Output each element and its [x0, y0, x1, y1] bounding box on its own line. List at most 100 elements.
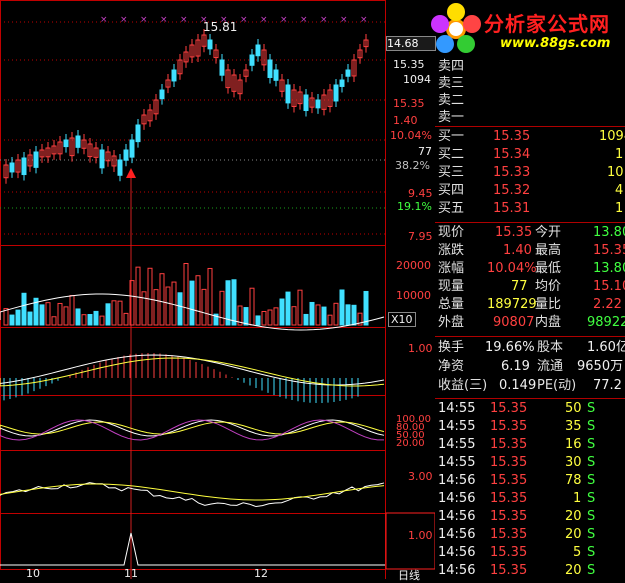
info-row: 换手 19.66% 股本 1.60亿 — [438, 340, 625, 355]
kdj-j-line — [0, 419, 385, 441]
tick-row[interactable]: 14:56 15.35 20 S — [435, 562, 625, 580]
volume-bar — [261, 310, 267, 326]
marker: × — [280, 15, 288, 25]
volume-bar — [105, 303, 111, 326]
quote-block: 现价15.35今开13.80 涨跌1.40最高15.35 涨幅10.04%最低1… — [435, 224, 625, 336]
volume-bar — [45, 302, 51, 326]
tick-row[interactable]: 14:56 15.35 20 S — [435, 508, 625, 526]
candle — [33, 151, 39, 168]
volume-bar — [219, 290, 225, 326]
month-label: 12 — [254, 567, 268, 580]
volume-bar — [99, 315, 105, 326]
macd-axis-label: 1.00 — [408, 342, 433, 355]
axis-label: 77 — [418, 145, 432, 158]
axis-label: 7.95 — [408, 230, 433, 243]
candle — [273, 69, 279, 81]
buy-row[interactable]: 买二 15.34 1 — [435, 146, 625, 164]
kline-chart[interactable]: × × × × × × × × × × × × × × — [0, 0, 435, 579]
candle — [207, 39, 213, 50]
tick-row[interactable]: 14:56 15.35 5 S — [435, 544, 625, 562]
tick-row[interactable]: 14:55 15.35 35 S — [435, 418, 625, 436]
candle — [315, 99, 321, 109]
volume-bar — [93, 310, 99, 326]
volume-bar — [195, 275, 201, 326]
tick-row[interactable]: 14:55 15.35 30 S — [435, 454, 625, 472]
buy-row[interactable]: 买三 15.33 10 — [435, 164, 625, 182]
volume-bar — [243, 307, 249, 326]
axis-label: 9.45 — [408, 187, 433, 200]
indicator-axis-label: 1.00 — [408, 529, 433, 542]
volume-bar — [153, 289, 159, 326]
axis-label: 1094 — [403, 73, 431, 86]
volume-bar — [339, 289, 345, 326]
buy-row[interactable]: 买五 15.31 1 — [435, 200, 625, 218]
volume-bar — [255, 315, 261, 326]
volume-bar — [159, 273, 165, 326]
candle — [171, 69, 177, 82]
volume-bar — [297, 289, 303, 326]
candle — [339, 79, 345, 87]
tick-row[interactable]: 14:56 15.35 78 S — [435, 472, 625, 490]
volume-bar — [279, 298, 285, 326]
indicator-spike — [0, 532, 385, 566]
volume-bar — [321, 306, 327, 326]
quote-row: 现价15.35今开13.80 — [438, 225, 625, 240]
volume-bar — [51, 316, 57, 326]
volume-bar — [183, 262, 189, 326]
period-label[interactable]: 日线 — [398, 567, 420, 583]
volume-bar — [363, 290, 369, 326]
divider — [435, 222, 625, 223]
tick-row[interactable]: 14:56 15.35 20 S — [435, 526, 625, 544]
tick-row[interactable]: 14:55 15.35 16 S — [435, 436, 625, 454]
axis-label: 1.40 — [393, 114, 418, 127]
volume-bar — [135, 266, 141, 326]
candle — [303, 94, 309, 112]
volume-bar — [57, 302, 63, 326]
volume-bar — [225, 280, 231, 326]
buy-row[interactable]: 买四 15.32 4 — [435, 182, 625, 200]
marker: × — [320, 15, 328, 25]
volume-bar — [63, 306, 69, 326]
volume-bar — [117, 300, 123, 326]
volume-bar — [189, 280, 195, 326]
candle — [99, 149, 105, 169]
tick-row[interactable]: 14:56 15.35 1 S — [435, 490, 625, 508]
candle — [117, 159, 123, 176]
quote-row: 总量 189729 量比 2.22 — [438, 297, 622, 312]
candle — [21, 157, 27, 176]
volume-bar — [39, 304, 45, 326]
volume-bar — [87, 314, 93, 326]
volume-axis-label: 20000 — [396, 259, 431, 272]
candle — [123, 149, 129, 161]
panel-border — [0, 513, 386, 570]
axis-label: 10.04% — [390, 129, 432, 142]
volume-bar — [309, 301, 315, 326]
marker: × — [240, 15, 248, 25]
volume-bar — [9, 314, 15, 326]
volume-bar — [147, 267, 153, 326]
sell-orders: 卖四 卖三 卖二 卖一 — [438, 59, 465, 125]
marker: × — [140, 15, 148, 25]
panel-border — [0, 0, 386, 246]
volume-bar — [123, 312, 129, 326]
candle — [285, 84, 291, 104]
logo-flower-icon — [431, 3, 481, 53]
marker: × — [340, 15, 348, 25]
marker: × — [180, 15, 188, 25]
divider — [435, 398, 625, 399]
candle — [135, 124, 141, 143]
peak-price-label: 15.81 — [203, 20, 238, 34]
volume-bar — [351, 304, 357, 326]
buy-row[interactable]: 买一15.351094 — [435, 128, 625, 146]
volume-axis-label: 10000 — [396, 289, 431, 302]
volume-bar — [231, 279, 237, 326]
marker: × — [100, 15, 108, 25]
marker: × — [260, 15, 268, 25]
volume-bar — [171, 281, 177, 326]
volume-bar — [249, 287, 255, 326]
candle — [75, 135, 81, 148]
volume-bar — [345, 304, 351, 326]
tick-row[interactable]: 14:55 15.35 50 S — [435, 400, 625, 418]
info-block: 换手 19.66% 股本 1.60亿 净资 6.19 流通 9650万 收益(三) 0.149… — [435, 339, 625, 397]
marker: × — [300, 15, 308, 25]
